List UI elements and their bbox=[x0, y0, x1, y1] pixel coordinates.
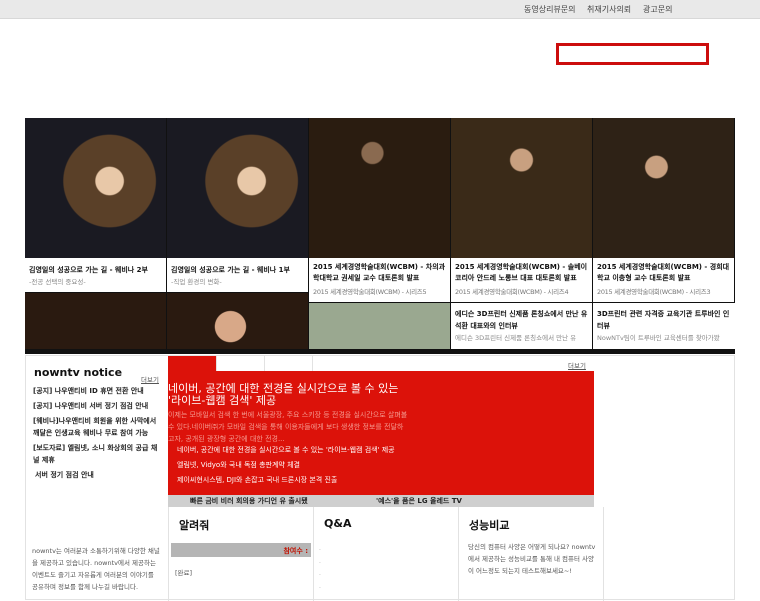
about-text: nowntv는 여러분과 소통하기위해 다양한 채널을 제공하고 있습니다. n… bbox=[32, 547, 160, 591]
notice-title: nowntv notice bbox=[34, 366, 123, 379]
video-thumbnail[interactable] bbox=[451, 118, 592, 258]
strip-link[interactable]: 빠른 금비 비러 회의용 가디언 유 출시됐 bbox=[190, 496, 308, 506]
video-thumbnail[interactable] bbox=[593, 118, 734, 258]
qa-item[interactable]: · bbox=[319, 570, 321, 583]
tell-status[interactable]: [완료] bbox=[175, 567, 192, 577]
video-thumbnail[interactable] bbox=[25, 293, 166, 349]
notice-panel: nowntv notice 더보기 [공지] 나우앤티비 ID 휴면 전환 안내… bbox=[26, 356, 168, 494]
notice-item[interactable]: 서버 정기 점검 안내 bbox=[33, 469, 163, 481]
video-thumbnail[interactable] bbox=[309, 303, 450, 349]
bottom-section: nowntv notice 더보기 [공지] 나우앤티비 ID 휴면 전환 안내… bbox=[25, 355, 736, 601]
news-link[interactable]: 제이씨현시스템, DJI와 손잡고 국내 드론시장 본격 진출 bbox=[177, 474, 409, 486]
video-grid: 김영일의 성공으로 가는 길 - 웨비나 2부 -전공 선택의 중요성- 김영일의… bbox=[25, 118, 735, 354]
qa-title[interactable]: Q&A bbox=[324, 517, 351, 530]
video-thumbnail[interactable] bbox=[25, 118, 166, 258]
notice-item[interactable]: [공지] 나우앤티비 서버 정기 점검 안내 bbox=[33, 400, 163, 412]
video-subtitle: NowNTv팀이 트루바인 교육센터를 찾아가봤 bbox=[597, 334, 720, 342]
news-link[interactable]: 네이버, 공간에 대한 전경을 실시간으로 볼 수 있는 '라이브-웹캠 검색'… bbox=[177, 444, 409, 456]
strip-link[interactable]: '예스'을 품은 LG 올레드 TV bbox=[376, 496, 462, 506]
nav-ad-inquiry[interactable]: 광고문의 bbox=[643, 4, 672, 15]
perf-panel: 성능비교 당신의 컴퓨터 사양은 어떻게 되나요? nowntv에서 제공하는 … bbox=[458, 507, 603, 601]
tell-title[interactable]: 알려줘 bbox=[179, 517, 209, 533]
tell-panel: 알려줘 참여수 : [완료] bbox=[168, 507, 313, 601]
empty-panel bbox=[603, 507, 736, 601]
search-input[interactable] bbox=[556, 43, 709, 65]
video-card[interactable]: 2015 세계경영학술대회(WCBM) - 솔베이코리아 안드레 노롱브 대표 … bbox=[451, 118, 592, 302]
video-card[interactable]: 김영일의 성공으로 가는 길 - 웨비나 2부 -전공 선택의 중요성- bbox=[25, 118, 166, 292]
video-subtitle: -직업 환경의 변화- bbox=[171, 278, 222, 286]
qa-item[interactable]: · bbox=[319, 558, 321, 571]
video-card[interactable]: 2015 세계경영학술대회(WCBM) - 경희대학교 이충형 교수 대토론회 … bbox=[593, 118, 735, 302]
news-tab-active[interactable] bbox=[168, 356, 216, 371]
notice-item[interactable]: [웨비나]나우앤티비 회원을 위한 사막에서 깨달은 인생교육 웨비나 무료 참… bbox=[33, 415, 163, 439]
nav-video-review[interactable]: 동영상리뷰문의 bbox=[524, 4, 576, 15]
video-title[interactable]: 김영일의 성공으로 가는 길 - 웨비나 1부 bbox=[171, 264, 304, 276]
notice-item[interactable]: [공지] 나우앤티비 ID 휴면 전환 안내 bbox=[33, 385, 163, 397]
video-title[interactable]: 2015 세계경영학술대회(WCBM) - 경희대학교 이충형 교수 대토론회 … bbox=[597, 262, 730, 284]
participant-count: 참여수 : bbox=[171, 543, 311, 557]
news-tab[interactable] bbox=[264, 356, 312, 371]
news-headline[interactable]: 네이버, 공간에 대한 전경을 실시간으로 볼 수 있는 '라이브-웹캠 검색'… bbox=[168, 383, 408, 407]
video-title[interactable]: 김영일의 성공으로 가는 길 - 웨비나 2부 bbox=[29, 264, 162, 276]
video-title[interactable]: 에디슨 3D프린터 신제품 론칭쇼에서 만난 유석환 대표와의 인터뷰 bbox=[455, 308, 588, 332]
video-thumbnail[interactable] bbox=[167, 293, 308, 349]
video-subtitle: 2015 세계경영학술대회(WCBM) - 시리즈5 bbox=[313, 288, 427, 296]
news-link[interactable]: 엘림넷, Vidyo와 국내 독점 총판계약 체결 bbox=[177, 459, 409, 471]
top-bar: 동영상리뷰문의 취재기사의뢰 광고문의 bbox=[0, 0, 760, 19]
news-panel: 네이버, 공간에 대한 전경을 실시간으로 볼 수 있는 '라이브-웹캠 검색'… bbox=[168, 371, 594, 495]
video-subtitle: 2015 세계경영학술대회(WCBM) - 시리즈3 bbox=[597, 288, 711, 296]
qa-panel: Q&A · · · · bbox=[313, 507, 458, 601]
video-subtitle: -전공 선택의 중요성- bbox=[29, 278, 86, 286]
notice-more-link[interactable]: 더보기 bbox=[141, 374, 159, 384]
notice-item[interactable]: [보도자료] 엘림넷, 소니 화상회의 공급 채널 제휴 bbox=[33, 442, 163, 466]
video-card[interactable]: 김영일의 성공으로 가는 길 - 웨비나 1부 -직업 환경의 변화- bbox=[167, 118, 308, 292]
video-thumbnail[interactable] bbox=[167, 118, 308, 258]
perf-title[interactable]: 성능비교 bbox=[469, 517, 509, 533]
news-tab[interactable] bbox=[216, 356, 264, 371]
news-summary: 이제는 모바일서 검색 한 번에 서울광장, 주요 스키장 등 전경을 실시간으… bbox=[168, 411, 408, 443]
video-title[interactable]: 2015 세계경영학술대회(WCBM) - 솔베이코리아 안드레 노롱브 대표 … bbox=[455, 262, 588, 284]
video-subtitle: 2015 세계경영학술대회(WCBM) - 시리즈4 bbox=[455, 288, 569, 296]
news-strip: 빠른 금비 비러 회의용 가디언 유 출시됐 '예스'을 품은 LG 올레드 T… bbox=[168, 495, 594, 507]
perf-text: 당신의 컴퓨터 사양은 어떻게 되나요? nowntv에서 제공하는 성능비교를… bbox=[468, 543, 596, 575]
video-card[interactable]: 3D프린터 관련 자격증 교육기관 트루바인 인터뷰 NowNTv팀이 트루바인 … bbox=[593, 303, 735, 349]
video-thumbnail[interactable] bbox=[309, 118, 450, 258]
nav-press-request[interactable]: 취재기사의뢰 bbox=[587, 4, 631, 15]
qa-item[interactable]: · bbox=[319, 583, 321, 596]
about-panel: nowntv는 여러분과 소통하기위해 다양한 채널을 제공하고 있습니다. n… bbox=[26, 507, 168, 601]
video-title[interactable]: 3D프린터 관련 자격증 교육기관 트루바인 인터뷰 bbox=[597, 308, 731, 332]
video-card[interactable]: 에디슨 3D프린터 신제품 론칭쇼에서 만난 유석환 대표와의 인터뷰에디슨 3… bbox=[451, 303, 592, 349]
news-more-link[interactable]: 더보기 bbox=[568, 360, 586, 370]
video-title[interactable]: 2015 세계경영학술대회(WCBM) - 차의과학대학교 권세일 교수 대토론… bbox=[313, 262, 446, 284]
qa-item[interactable]: · bbox=[319, 545, 321, 558]
video-card[interactable]: 2015 세계경영학술대회(WCBM) - 차의과학대학교 권세일 교수 대토론… bbox=[309, 118, 450, 302]
video-subtitle: 에디슨 3D프린터 신제품 론칭쇼에서 만난 유 bbox=[455, 334, 577, 342]
news-tab[interactable] bbox=[312, 356, 355, 371]
